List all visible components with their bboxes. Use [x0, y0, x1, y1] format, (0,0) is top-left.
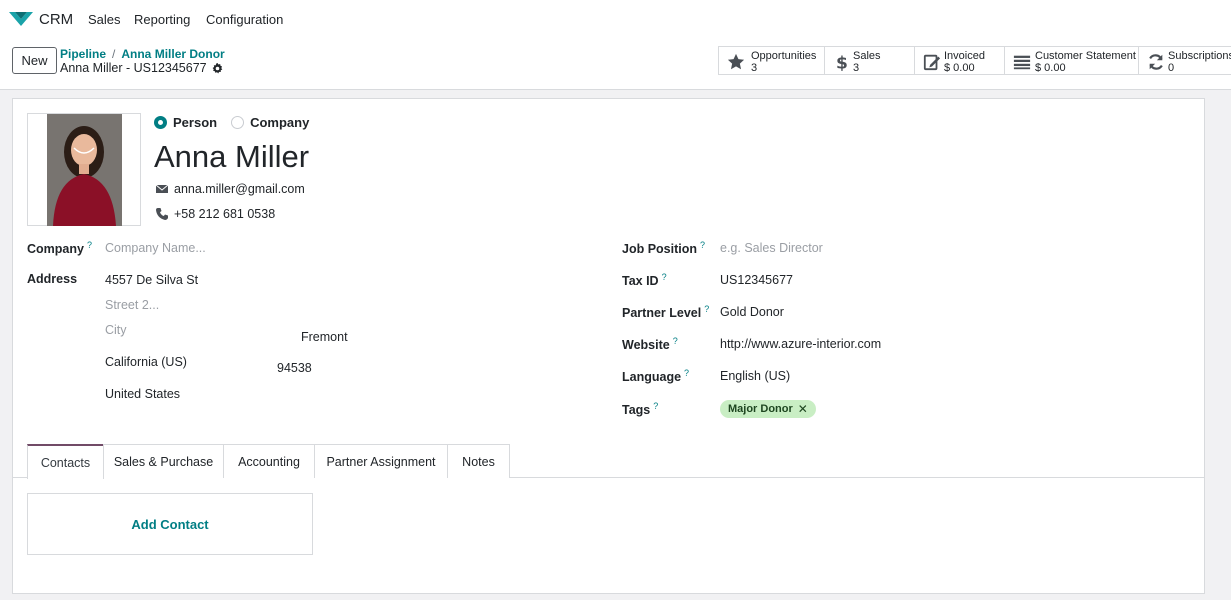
dollar-icon: $ — [836, 53, 848, 71]
email-row: anna.miller@gmail.com — [156, 182, 305, 196]
menu-sales[interactable]: Sales — [88, 12, 121, 27]
record-title-row: Anna Miller - US12345677 — [60, 61, 223, 75]
help-icon[interactable]: ? — [704, 304, 709, 314]
help-icon[interactable]: ? — [87, 240, 92, 250]
radio-person-dot[interactable] — [154, 116, 167, 129]
avatar-photo-icon — [47, 114, 122, 226]
envelope-icon — [156, 184, 168, 193]
breadcrumb-pipeline[interactable]: Pipeline — [60, 47, 106, 61]
svg-text:$: $ — [836, 53, 848, 71]
tab-sales-purchase[interactable]: Sales & Purchase — [103, 444, 224, 478]
stat-label: Invoiced — [944, 50, 985, 62]
state-select[interactable]: California (US) — [105, 355, 187, 369]
record-title: Anna Miller - US12345677 — [60, 61, 207, 75]
stat-value: 0 — [1168, 62, 1175, 74]
stat-subscriptions[interactable]: Subscriptions 0 — [1138, 46, 1231, 75]
country-select[interactable]: United States — [105, 387, 180, 401]
street2-input[interactable]: Street 2... — [105, 298, 159, 312]
tax-id-input[interactable]: US12345677 — [720, 273, 793, 287]
crm-logo-icon[interactable] — [9, 11, 33, 27]
stat-value: 3 — [751, 62, 758, 74]
form-sheet: Person Company Anna Miller anna.miller@g… — [12, 98, 1205, 594]
stat-label: Sales — [853, 50, 881, 62]
phone-icon — [156, 208, 168, 220]
partner-level-select[interactable]: Gold Donor — [720, 305, 784, 319]
tab-partner-assignment[interactable]: Partner Assignment — [314, 444, 448, 478]
job-position-label: Job Position? — [622, 240, 706, 257]
tab-contacts[interactable]: Contacts — [27, 444, 104, 479]
street-input[interactable]: 4557 De Silva St — [105, 273, 198, 287]
tag-remove-icon[interactable]: ✕ — [798, 402, 808, 416]
radio-company[interactable]: Company — [231, 115, 309, 130]
star-icon — [727, 53, 745, 70]
radio-person-label: Person — [173, 115, 218, 130]
address-label: Address — [27, 272, 78, 286]
stat-sales[interactable]: $ Sales 3 — [824, 46, 914, 75]
company-label: Company? — [27, 240, 92, 257]
tag-label: Major Donor — [728, 403, 793, 415]
tab-notes[interactable]: Notes — [447, 444, 510, 478]
tax-id-label: Tax ID? — [622, 272, 667, 289]
app-name[interactable]: CRM — [39, 11, 73, 28]
phone-row: +58 212 681 0538 — [156, 207, 275, 221]
stat-value: 3 — [853, 62, 860, 74]
control-panel: New Pipeline / Anna Miller Donor Anna Mill… — [0, 40, 1231, 90]
radio-company-dot[interactable] — [231, 116, 245, 129]
email-field[interactable]: anna.miller@gmail.com — [174, 182, 305, 196]
stat-value: $ 0.00 — [944, 62, 975, 74]
stat-customer-statement[interactable]: Customer Statement $ 0.00 — [1004, 46, 1138, 75]
refresh-icon — [1149, 54, 1163, 70]
phone-field[interactable]: +58 212 681 0538 — [174, 207, 275, 221]
stat-label: Subscriptions — [1168, 50, 1231, 62]
help-icon[interactable]: ? — [673, 336, 678, 346]
invoice-icon — [923, 54, 941, 71]
radio-company-label: Company — [250, 115, 310, 130]
language-select[interactable]: English (US) — [720, 369, 790, 383]
language-label: Language? — [622, 368, 690, 385]
stat-label: Opportunities — [751, 50, 817, 62]
radio-person[interactable]: Person — [154, 115, 217, 130]
person-company-toggle: Person Company — [154, 115, 309, 130]
stat-label: Customer Statement — [1035, 50, 1136, 62]
website-input[interactable]: http://www.azure-interior.com — [720, 337, 881, 351]
city-input[interactable]: City — [105, 323, 127, 337]
company-input[interactable]: Company Name... — [105, 241, 206, 255]
new-button[interactable]: New — [12, 47, 57, 74]
partner-name[interactable]: Anna Miller — [154, 139, 309, 175]
gear-icon[interactable] — [212, 62, 223, 74]
zip-input[interactable]: 94538 — [277, 361, 312, 375]
list-icon — [1013, 55, 1031, 70]
breadcrumb-donor[interactable]: Anna Miller Donor — [121, 47, 224, 61]
website-label: Website? — [622, 336, 678, 353]
tab-accounting[interactable]: Accounting — [223, 444, 315, 478]
help-icon[interactable]: ? — [700, 240, 705, 250]
job-position-input[interactable]: e.g. Sales Director — [720, 241, 823, 255]
help-icon[interactable]: ? — [662, 272, 667, 282]
partner-level-label: Partner Level? — [622, 304, 710, 321]
city-value[interactable]: Fremont — [301, 330, 348, 344]
breadcrumb-separator: / — [112, 47, 116, 61]
help-icon[interactable]: ? — [653, 401, 658, 411]
tag-major-donor: Major Donor ✕ — [720, 400, 816, 418]
stat-opportunities[interactable]: Opportunities 3 — [718, 46, 824, 75]
menu-configuration[interactable]: Configuration — [206, 12, 283, 27]
top-navbar: CRM Sales Reporting Configuration — [0, 0, 1231, 40]
add-contact-button[interactable]: Add Contact — [27, 493, 313, 555]
help-icon[interactable]: ? — [684, 368, 689, 378]
menu-reporting[interactable]: Reporting — [134, 12, 190, 27]
stat-value: $ 0.00 — [1035, 62, 1066, 74]
stat-invoiced[interactable]: Invoiced $ 0.00 — [914, 46, 1004, 75]
breadcrumb: Pipeline / Anna Miller Donor — [60, 47, 225, 61]
tags-label: Tags? — [622, 401, 659, 418]
